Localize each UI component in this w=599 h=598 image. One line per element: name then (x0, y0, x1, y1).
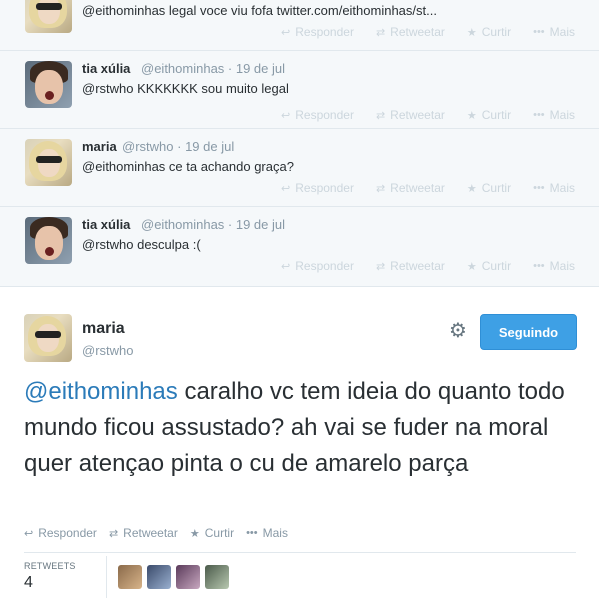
reply-tweet[interactable]: tia xúlia @eithominhas · 19 de jul @rstw… (0, 51, 599, 129)
retweet-icon: ⇄ (375, 109, 386, 122)
retweet-button[interactable]: ⇄ Retweetar (376, 108, 445, 122)
retweeter-avatar[interactable] (147, 565, 171, 589)
user-handle: @eithominhas · 19 de jul (141, 217, 286, 232)
more-icon: ••• (533, 182, 545, 194)
divider (106, 556, 107, 598)
more-icon: ••• (533, 26, 545, 38)
more-button[interactable]: ••• Mais (533, 259, 575, 273)
favorite-button[interactable]: ★ Curtir (467, 25, 511, 39)
star-icon: ★ (466, 109, 477, 122)
gear-icon[interactable]: ⚙ (447, 320, 469, 342)
avatar[interactable] (25, 61, 72, 108)
following-button[interactable]: Seguindo (480, 314, 577, 350)
user-name[interactable]: maria (82, 139, 117, 154)
reply-button[interactable]: ↩ Responder (281, 181, 354, 195)
retweet-icon: ⇄ (375, 26, 386, 39)
retweet-button[interactable]: ⇄ Retweetar (376, 259, 445, 273)
retweet-button[interactable]: ⇄ Retweetar (376, 25, 445, 39)
reply-button[interactable]: ↩ Responder (281, 25, 354, 39)
star-icon: ★ (466, 182, 477, 195)
favorite-button[interactable]: ★ Curtir (467, 259, 511, 273)
reply-icon: ↩ (281, 182, 291, 195)
divider (24, 552, 576, 553)
more-icon: ••• (533, 260, 545, 272)
avatar[interactable] (25, 139, 72, 186)
reply-icon: ↩ (24, 527, 34, 540)
main-avatar[interactable] (24, 314, 72, 362)
reply-tweet[interactable]: tia xúlia @eithominhas · 19 de jul @rstw… (0, 207, 599, 287)
main-user-name[interactable]: maria (82, 320, 125, 338)
reply-button[interactable]: ↩ Responder (281, 259, 354, 273)
mention-link[interactable]: @eithominhas (24, 378, 178, 405)
retweets-label: RETWEETS (24, 561, 76, 571)
more-icon: ••• (533, 109, 545, 121)
favorite-button[interactable]: ★ Curtir (467, 108, 511, 122)
reply-button[interactable]: ↩ Responder (24, 526, 97, 540)
user-handle: @rstwho · 19 de jul (122, 139, 235, 154)
more-button[interactable]: ••• Mais (533, 108, 575, 122)
tweet-text: @eithominhas legal voce viu fofa twitter… (82, 3, 437, 18)
avatar[interactable] (25, 217, 72, 264)
main-tweet-text: @eithominhas caralho vc tem ideia do qua… (24, 374, 584, 482)
retweeter-avatar[interactable] (118, 565, 142, 589)
user-name[interactable]: tia xúlia (82, 61, 130, 76)
tweet-text: @rstwho desculpa :( (82, 237, 201, 252)
reply-icon: ↩ (281, 109, 291, 122)
reply-button[interactable]: ↩ Responder (281, 108, 354, 122)
more-button[interactable]: ••• Mais (533, 181, 575, 195)
star-icon: ★ (466, 260, 477, 273)
retweet-button[interactable]: ⇄ Retweetar (109, 526, 178, 540)
star-icon: ★ (466, 26, 477, 39)
avatar[interactable] (25, 0, 72, 33)
retweet-icon: ⇄ (375, 260, 386, 273)
tweet-text: @eithominhas ce ta achando graça? (82, 159, 294, 174)
more-button[interactable]: ••• Mais (533, 25, 575, 39)
retweeter-avatar[interactable] (176, 565, 200, 589)
retweet-icon: ⇄ (375, 182, 386, 195)
more-icon: ••• (246, 527, 258, 539)
user-name[interactable]: tia xúlia (82, 217, 130, 232)
tweet-text: @rstwho KKKKKKK sou muito legal (82, 81, 289, 96)
user-handle: @eithominhas · 19 de jul (141, 61, 286, 76)
retweet-button[interactable]: ⇄ Retweetar (376, 181, 445, 195)
retweet-icon: ⇄ (108, 527, 119, 540)
favorite-button[interactable]: ★ Curtir (190, 526, 234, 540)
reply-icon: ↩ (281, 26, 291, 39)
main-user-handle[interactable]: @rstwho (82, 343, 134, 358)
reply-tweet[interactable]: @eithominhas legal voce viu fofa twitter… (0, 0, 599, 51)
retweets-count[interactable]: 4 (24, 574, 33, 592)
more-button[interactable]: ••• Mais (246, 526, 288, 540)
reply-tweet[interactable]: maria @rstwho · 19 de jul @eithominhas c… (0, 129, 599, 207)
retweeter-avatar[interactable] (205, 565, 229, 589)
favorite-button[interactable]: ★ Curtir (467, 181, 511, 195)
star-icon: ★ (189, 527, 200, 540)
reply-icon: ↩ (281, 260, 291, 273)
